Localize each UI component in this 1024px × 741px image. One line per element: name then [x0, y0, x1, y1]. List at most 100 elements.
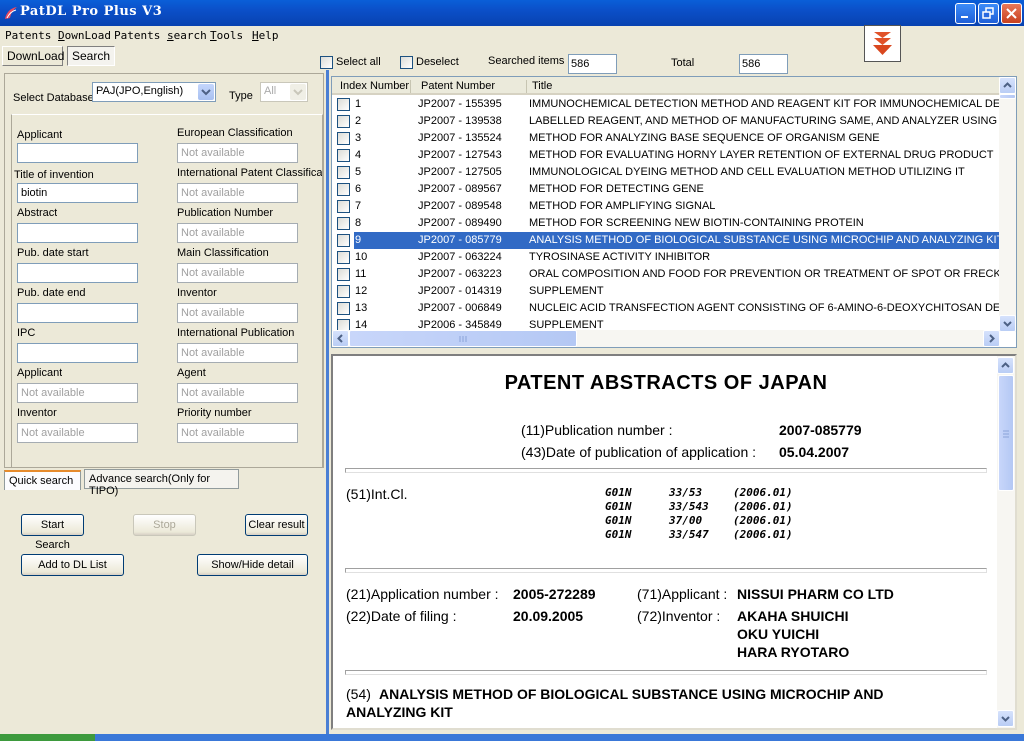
pub-date-end-input[interactable]	[17, 303, 138, 323]
add-to-dl-list-button[interactable]: Add to DL List	[21, 554, 124, 576]
database-select[interactable]: PAJ(JPO,English)	[92, 82, 216, 102]
table-row[interactable]: 8 JP2007 - 089490 METHOD FOR SCREENING NEW…	[332, 215, 1000, 232]
row-patent-number: JP2007 - 127505	[418, 166, 502, 178]
select-all-checkbox[interactable]	[320, 56, 333, 69]
table-row[interactable]: 10 JP2007 - 063224 TYROSINASE ACTIVITY INH…	[332, 249, 1000, 266]
deselect-label[interactable]: Deselect	[416, 56, 459, 68]
intcl-code: G01N	[605, 500, 632, 513]
table-row[interactable]: 4 JP2007 - 127543 METHOD FOR EVALUATING HO…	[332, 147, 1000, 164]
row-checkbox[interactable]	[337, 166, 350, 179]
panel-splitter[interactable]	[326, 70, 329, 734]
tab-quick-search[interactable]: Quick search	[4, 470, 81, 490]
publication-number-input[interactable]	[177, 223, 298, 243]
scroll-thumb[interactable]	[999, 94, 1016, 99]
pub-date-start-input[interactable]	[17, 263, 138, 283]
divider	[345, 670, 987, 675]
table-row[interactable]: 2 JP2007 - 139538 LABELLED REAGENT, AND ME…	[332, 113, 1000, 130]
table-row[interactable]: 1 JP2007 - 155395 IMMUNOCHEMICAL DETECTION…	[332, 96, 1000, 113]
search-panel: Select Database PAJ(JPO,English) Type Al…	[4, 73, 324, 468]
row-checkbox[interactable]	[337, 217, 350, 230]
detail-scroll-thumb[interactable]	[998, 375, 1014, 491]
menu-patents-download[interactable]: Patents DownLoad	[5, 29, 111, 42]
row-checkbox[interactable]	[337, 251, 350, 264]
type-select[interactable]: All	[260, 82, 308, 102]
row-patent-number: JP2007 - 135524	[418, 132, 502, 144]
stop-button[interactable]: Stop	[133, 514, 196, 536]
row-checkbox[interactable]	[337, 302, 350, 315]
row-checkbox[interactable]	[337, 200, 350, 213]
scroll-right-button[interactable]	[983, 330, 1000, 347]
tab-search[interactable]: Search	[67, 46, 115, 66]
applicant-label: (71)Applicant :	[637, 586, 728, 602]
international-patent-classification-input[interactable]	[177, 183, 298, 203]
row-checkbox[interactable]	[337, 115, 350, 128]
row-index: 4	[355, 149, 362, 161]
abstract-input[interactable]	[17, 223, 138, 243]
row-index: 7	[355, 200, 362, 212]
table-row[interactable]: 11 JP2007 - 063223 ORAL COMPOSITION AND FO…	[332, 266, 1000, 283]
table-row[interactable]: 12 JP2007 - 014319 SUPPLEMENT	[332, 283, 1000, 300]
table-row[interactable]: 5 JP2007 - 127505 IMMUNOLOGICAL DYEING MET…	[332, 164, 1000, 181]
start-search-button[interactable]: Start Search	[21, 514, 84, 551]
intcl-group: 37/00	[669, 514, 703, 527]
scroll-up-button[interactable]	[999, 77, 1016, 94]
row-checkbox[interactable]	[337, 183, 350, 196]
column-index-number[interactable]: Index Number	[340, 80, 409, 92]
row-patent-number: JP2007 - 089548	[418, 200, 502, 212]
tab-download[interactable]: DownLoad	[2, 46, 64, 66]
close-button[interactable]	[1001, 3, 1022, 24]
column-title[interactable]: Title	[532, 80, 552, 92]
row-checkbox[interactable]	[337, 268, 350, 281]
table-row[interactable]: 3 JP2007 - 135524 METHOD FOR ANALYZING BAS…	[332, 130, 1000, 147]
results-toolbar: Select all Deselect Searched items 586 T…	[312, 50, 1024, 74]
agent-input[interactable]	[177, 383, 298, 403]
row-title: NUCLEIC ACID TRANSFECTION AGENT CONSISTI…	[529, 302, 1000, 314]
scroll-left-button[interactable]	[332, 330, 349, 347]
chevron-down-icon	[1001, 716, 1010, 722]
results-horizontal-scrollbar[interactable]	[332, 330, 1000, 347]
row-title: METHOD FOR SCREENING NEW BIOTIN-CONTAINI…	[529, 217, 864, 229]
row-checkbox[interactable]	[337, 98, 350, 111]
international-publication-input[interactable]	[177, 343, 298, 363]
table-row[interactable]: 6 JP2007 - 089567 METHOD FOR DETECTING GEN…	[332, 181, 1000, 198]
scroll-down-button[interactable]	[999, 315, 1016, 332]
tab-advance-search[interactable]: Advance search(Only for TIPO)	[84, 469, 239, 497]
restore-button[interactable]	[978, 3, 999, 24]
clear-result-button[interactable]: Clear result	[245, 514, 308, 536]
field-label-pub-date-end: Pub. date end	[17, 287, 86, 299]
row-checkbox[interactable]	[337, 132, 350, 145]
minimize-button[interactable]	[955, 3, 976, 24]
title-of-invention-input[interactable]	[17, 183, 138, 203]
table-row[interactable]: 7 JP2007 - 089548 METHOD FOR AMPLIFYING SI…	[332, 198, 1000, 215]
menu-tools[interactable]: Tools	[210, 29, 243, 42]
column-patent-number[interactable]: Patent Number	[421, 80, 495, 92]
row-checkbox[interactable]	[337, 234, 350, 247]
menu-patents-search[interactable]: Patents search	[114, 29, 207, 42]
priority-number-input[interactable]	[177, 423, 298, 443]
european-classification-input[interactable]	[177, 143, 298, 163]
table-row[interactable]: 9 JP2007 - 085779 ANALYSIS METHOD OF BIOLO…	[332, 232, 1000, 249]
row-title: SUPPLEMENT	[529, 285, 604, 297]
inventor-input[interactable]	[17, 423, 138, 443]
row-index: 12	[355, 285, 368, 297]
main-classification-input[interactable]	[177, 263, 298, 283]
scroll-down-button[interactable]	[997, 710, 1014, 727]
row-checkbox[interactable]	[337, 285, 350, 298]
field-label-inventor: Inventor	[17, 407, 57, 419]
applicant-input[interactable]	[17, 143, 138, 163]
applicant-2-input[interactable]	[17, 383, 138, 403]
inventor-right-input[interactable]	[177, 303, 298, 323]
horizontal-scroll-thumb[interactable]	[349, 330, 577, 347]
detail-vertical-scrollbar[interactable]	[997, 356, 1015, 728]
results-vertical-scrollbar[interactable]	[999, 77, 1016, 332]
select-all-label[interactable]: Select all	[336, 56, 381, 68]
row-index: 11	[355, 268, 367, 280]
table-row[interactable]: 13 JP2007 - 006849 NUCLEIC ACID TRANSFECTI…	[332, 300, 1000, 317]
show-hide-detail-button[interactable]: Show/Hide detail	[197, 554, 308, 576]
menu-help[interactable]: Help	[252, 29, 279, 42]
deselect-checkbox[interactable]	[400, 56, 413, 69]
ipc-input[interactable]	[17, 343, 138, 363]
scroll-up-button[interactable]	[997, 357, 1014, 374]
row-checkbox[interactable]	[337, 149, 350, 162]
row-patent-number: JP2007 - 089567	[418, 183, 502, 195]
